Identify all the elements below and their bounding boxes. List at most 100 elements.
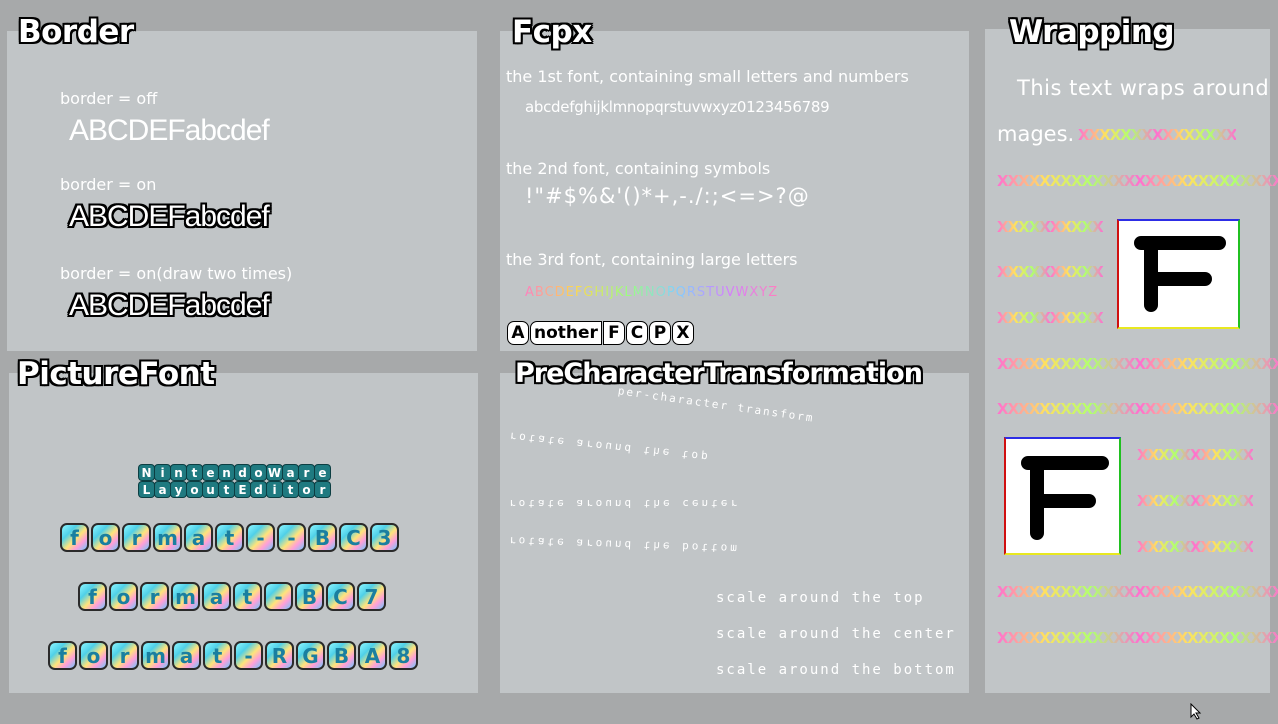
teal-letter-chip: t	[187, 465, 202, 480]
picture-font-chip: m	[171, 582, 200, 611]
teal-letter-chip: o	[251, 465, 266, 480]
picture-font-chip: C	[339, 523, 368, 552]
picture-font-chip: -	[277, 523, 306, 552]
border-title: Border	[18, 14, 134, 50]
teal-letter-chip: t	[219, 482, 234, 497]
prechar-rotate-center: rotate around the center	[509, 497, 740, 510]
prechar-scale-center: scale around the center	[716, 626, 956, 642]
picture-font-chip: t	[233, 582, 262, 611]
picture-font-chip: f	[48, 641, 77, 670]
picturefont-title: PictureFont	[17, 356, 215, 392]
picture-font-chip: -	[264, 582, 293, 611]
letter-f-image-icon	[1021, 456, 1109, 540]
picture-font-chip: 3	[370, 523, 399, 552]
border-on-label: border = on	[60, 175, 157, 194]
picture-font-chip: m	[141, 641, 170, 670]
teal-letter-chip: t	[283, 482, 298, 497]
chip-row-rgba8: format-RGBA8	[48, 641, 418, 670]
teal-letter-chip: L	[139, 482, 154, 497]
teal-letter-chip: i	[155, 465, 170, 480]
teal-letter-chip: o	[187, 482, 202, 497]
teal-letter-chip: N	[139, 465, 154, 480]
wrapping-image-2	[1004, 437, 1121, 555]
teal-letter-chip: e	[315, 465, 330, 480]
teal-letter-chip: a	[155, 482, 170, 497]
wrapping-line1: This text wraps around i	[1017, 76, 1278, 100]
fcpx-another-chips: A nother F C P X	[507, 321, 695, 345]
picture-font-chip: f	[60, 523, 89, 552]
fcpx-font2-label: the 2nd font, containing symbols	[506, 159, 771, 178]
picture-font-chip: C	[326, 582, 355, 611]
teal-letter-chip: r	[315, 482, 330, 497]
border-off-sample: ABCDEFabcdef	[69, 114, 270, 147]
wrapping-x-row-9: XXXXXXXXXXX	[1137, 492, 1254, 510]
wrapping-x-row-11: XXXXXXXXXXXXXXXXXXXXXXXXXXX	[997, 583, 1278, 601]
picture-font-chip: -	[234, 641, 263, 670]
picture-font-chip: t	[215, 523, 244, 552]
picture-font-chip: a	[202, 582, 231, 611]
picture-font-chip: A	[358, 641, 387, 670]
border-twice-label: border = on(draw two times)	[60, 264, 293, 283]
chip-row-bc7: format-BC7	[78, 582, 386, 611]
wrapping-x-row-10: XXXXXXXXXXX	[1137, 538, 1254, 556]
border-off-label: border = off	[60, 89, 158, 108]
teal-letter-chip: r	[299, 465, 314, 480]
fcpx-chip-a: A	[507, 321, 529, 345]
fcpx-chip-c: C	[625, 321, 648, 345]
fcpx-chip-x: X	[671, 321, 694, 345]
teal-letter-chip: E	[235, 482, 250, 497]
picture-font-chip: t	[203, 641, 232, 670]
wrapping-line2: mages.	[997, 122, 1075, 146]
teal-row-1: NintendoWare	[139, 465, 330, 480]
wrapping-x-row-7: XXXXXXXXXXXXXXXXXXXXXXXXXXX	[997, 400, 1278, 418]
fcpx-title: Fcpx	[512, 14, 592, 50]
picture-font-chip: R	[265, 641, 294, 670]
fcpx-font1-label: the 1st font, containing small letters a…	[506, 67, 909, 86]
letter-f-image-icon	[1134, 236, 1226, 312]
picture-font-chip: a	[172, 641, 201, 670]
prechar-title: PreCharacterTransformation	[515, 358, 923, 389]
teal-letter-chip: y	[171, 482, 186, 497]
teal-letter-chip: e	[203, 465, 218, 480]
picture-font-chip: f	[78, 582, 107, 611]
teal-row-2: LayoutEditor	[139, 482, 330, 497]
border-twice-sample: ABCDEFabcdef	[69, 289, 270, 322]
fcpx-font1-sample: abcdefghijklmnopqrstuvwxyz0123456789	[525, 98, 830, 116]
picture-font-chip: B	[295, 582, 324, 611]
teal-letter-chip: u	[203, 482, 218, 497]
wrapping-x-row-8: XXXXXXXXXXX	[1137, 446, 1254, 464]
teal-letter-chip: d	[235, 465, 250, 480]
wrapping-x-row-5: XXXXXXXXXX	[997, 309, 1104, 327]
chip-row-bc3: format--BC3	[60, 523, 399, 552]
wrapping-title: Wrapping	[1009, 14, 1175, 50]
teal-letter-chip: i	[267, 482, 282, 497]
picture-font-chip: r	[122, 523, 151, 552]
teal-letter-chip: o	[299, 482, 314, 497]
picture-font-chip: o	[109, 582, 138, 611]
wrapping-x-row-12: XXXXXXXXXXXXXXXXXXXXXXXXXXX	[997, 629, 1278, 647]
teal-letter-chip: W	[267, 465, 282, 480]
teal-letter-chip: a	[283, 465, 298, 480]
picture-font-chip: a	[184, 523, 213, 552]
picture-font-chip: B	[308, 523, 337, 552]
fcpx-font3-label: the 3rd font, containing large letters	[506, 250, 798, 269]
picture-font-chip: o	[91, 523, 120, 552]
prechar-scale-top: scale around the top	[716, 590, 925, 606]
picture-font-chip: r	[140, 582, 169, 611]
teal-letter-chip: n	[219, 465, 234, 480]
wrapping-x-row-6: XXXXXXXXXXXXXXXXXXXXXXXXXXX	[997, 355, 1278, 373]
picture-font-chip: o	[79, 641, 108, 670]
picture-font-chip: 8	[389, 641, 418, 670]
teal-letter-chip: d	[251, 482, 266, 497]
border-on-sample: ABCDEFabcdef	[69, 200, 270, 233]
wrapping-x-row-4: XXXXXXXXXX	[997, 263, 1104, 281]
wrapping-image-1	[1117, 219, 1240, 329]
prechar-panel	[500, 373, 969, 693]
fcpx-chip-p: P	[648, 321, 671, 345]
fcpx-font3-sample: ABCDEFGHIJKLMNOPQRSTUVWXYZ	[525, 285, 779, 300]
picture-font-chip: 7	[357, 582, 386, 611]
wrapping-x-row-2: XXXXXXXXXXXXXXXXXXXXXXXXXXX	[997, 172, 1278, 190]
fcpx-font2-sample: !"#$%&'()*+,-./:;<=>?@	[525, 184, 810, 208]
wrapping-x-row-3: XXXXXXXXXX	[997, 218, 1104, 236]
prechar-scale-bottom: scale around the bottom	[716, 662, 956, 678]
